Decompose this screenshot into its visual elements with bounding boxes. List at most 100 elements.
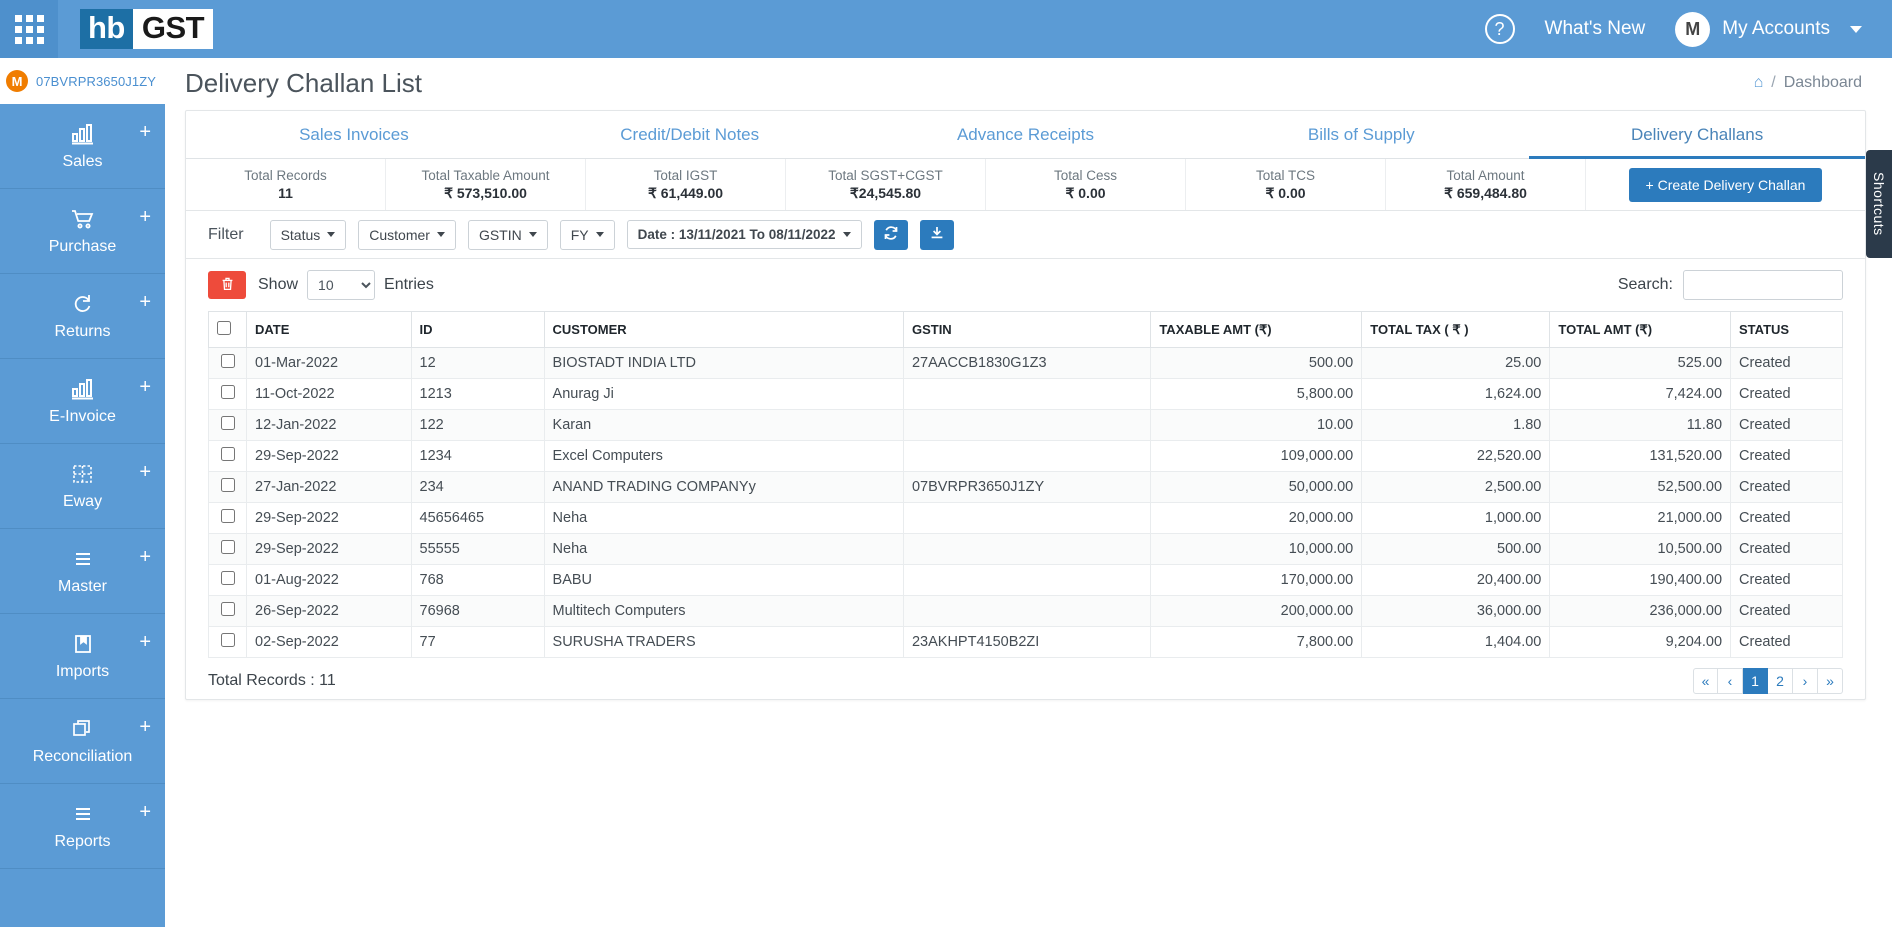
row-checkbox[interactable] [220,602,235,616]
cell-date: 12-Jan-2022 [246,409,412,441]
summary-label: Total Cess [1053,167,1118,183]
my-accounts-menu[interactable]: M My Accounts [1675,11,1862,47]
table-row[interactable]: 29-Sep-2022 45656465 Neha 20,000.00 1,000.00… [208,502,1843,534]
whats-new-link[interactable]: What's New [1545,18,1646,40]
table-row[interactable]: 29-Sep-2022 55555 Neha 10,000.00 500.00 10,50… [208,533,1843,565]
col-total-amt[interactable]: TOTAL AMT (₹) [1549,311,1732,348]
cell-status: Created [1730,502,1843,534]
row-checkbox[interactable] [220,478,235,492]
cell-total-tax: 20,400.00 [1361,564,1551,596]
cell-total-amt: 21,000.00 [1549,502,1732,534]
table-row[interactable]: 11-Oct-2022 1213 Anurag Ji 5,800.00 1,624.00… [208,378,1843,410]
table-row[interactable]: 01-Mar-2022 12 BIOSTADT INDIA LTD 27AACCB18… [208,347,1843,379]
home-icon[interactable]: ⌂ [1754,74,1764,92]
sidebar-add-purchase[interactable]: + [139,207,151,227]
col-id[interactable]: ID [410,311,545,348]
sidebar-add-returns[interactable]: + [139,292,151,312]
create-delivery-challan-button[interactable]: + Create Delivery Challan [1628,167,1823,202]
total-records-label: Total Records : 11 [208,672,336,689]
sidebar-item-purchase[interactable]: Purchase + [0,189,165,274]
page-first[interactable]: « [1693,668,1718,694]
cell-taxable-amt: 500.00 [1150,347,1363,379]
refresh-button[interactable] [873,219,908,250]
col-customer[interactable]: CUSTOMER [543,311,904,348]
row-checkbox[interactable] [220,540,235,554]
tab-bills-of-supply[interactable]: Bills of Supply [1193,111,1529,158]
apps-grid-button[interactable] [0,0,58,58]
row-checkbox[interactable] [220,447,235,461]
page-1[interactable]: 1 [1743,668,1768,694]
page-last[interactable]: » [1818,668,1843,694]
tab-label: Bills of Supply [1307,124,1415,144]
sidebar-item-reports[interactable]: Reports + [0,784,165,869]
page-2[interactable]: 2 [1768,668,1793,694]
sidebar-add-eway[interactable]: + [139,462,151,482]
table-row[interactable]: 29-Sep-2022 1234 Excel Computers 109,000.00… [208,440,1843,472]
sidebar-add-imports[interactable]: + [139,632,151,652]
cell-customer: BIOSTADT INDIA LTD [543,347,904,379]
tab-sales-invoices[interactable]: Sales Invoices [186,111,522,158]
sidebar-add-reconciliation[interactable]: + [139,717,151,737]
date-range-filter-dropdown[interactable]: Date : 13/11/2021 To 08/11/2022 [626,220,862,249]
table-row[interactable]: 12-Jan-2022 122 Karan 10.00 1.80 11.80 Created [208,409,1843,441]
col-gstin[interactable]: GSTIN [902,311,1152,348]
select-all-checkbox[interactable] [217,321,231,335]
shortcuts-tab[interactable]: Shortcuts [1866,150,1892,258]
app-logo[interactable]: hb GST [80,9,214,49]
tab-delivery-challans[interactable]: Delivery Challans [1529,111,1865,159]
col-total-tax[interactable]: TOTAL TAX ( ₹ ) [1361,311,1551,348]
fy-filter-dropdown[interactable]: FY [559,219,615,250]
sidebar-item-returns[interactable]: Returns + [0,274,165,359]
grid-dashed-icon [70,461,96,487]
entries-per-page-select[interactable]: 102550100 [307,270,376,300]
sidebar-add-reports[interactable]: + [139,802,151,822]
sidebar-add-einvoice[interactable]: + [139,377,151,397]
row-checkbox[interactable] [220,633,235,647]
page-next[interactable]: › [1793,668,1818,694]
row-checkbox[interactable] [220,354,235,368]
summary-label: Total Taxable Amount [421,167,550,183]
status-filter-dropdown[interactable]: Status [269,219,347,250]
sidebar-item-eway[interactable]: Eway + [0,444,165,529]
filter-bar: Filter Status Customer GSTIN FY Date : 1… [186,211,1865,259]
col-taxable-amt[interactable]: TAXABLE AMT (₹) [1150,311,1363,348]
summary-label: Total Records [244,168,327,183]
tab-advance-receipts[interactable]: Advance Receipts [858,111,1194,158]
table-row[interactable]: 27-Jan-2022 234 ANAND TRADING COMPANYy 07BV… [208,471,1843,503]
cell-id: 55555 [410,533,545,565]
row-checkbox[interactable] [220,416,235,430]
sidebar-add-master[interactable]: + [139,547,151,567]
sidebar-item-label: Sales [62,153,103,170]
sidebar-item-sales[interactable]: Sales + [0,104,165,189]
sidebar-item-e-invoice[interactable]: E-Invoice + [0,359,165,444]
sidebar-add-sales[interactable]: + [139,122,151,142]
row-checkbox[interactable] [220,509,235,523]
tab-credit-debit-notes[interactable]: Credit/Debit Notes [522,111,858,158]
logo-gst: GST [132,9,214,49]
cell-status: Created [1730,409,1843,441]
col-status[interactable]: STATUS [1730,311,1843,348]
table-row[interactable]: 26-Sep-2022 76968 Multitech Computers 200,0… [208,595,1843,627]
delete-selected-button[interactable] [208,271,246,299]
breadcrumb-dashboard[interactable]: Dashboard [1784,74,1862,92]
gstin-filter-dropdown[interactable]: GSTIN [467,219,548,250]
sidebar-item-master[interactable]: Master + [0,529,165,614]
help-icon[interactable]: ? [1484,14,1515,44]
table-row[interactable]: 02-Sep-2022 77 SURUSHA TRADERS 23AKHPT4150B… [208,626,1843,658]
sidebar-gstin-box[interactable]: M 07BVRPR3650J1ZY [0,58,165,104]
download-button[interactable] [919,219,954,250]
row-checkbox[interactable] [220,385,235,399]
cell-id: 12 [410,347,545,379]
col-date[interactable]: DATE [246,311,412,348]
sidebar-item-reconciliation[interactable]: Reconciliation + [0,699,165,784]
row-checkbox[interactable] [220,571,235,585]
page-prev[interactable]: ‹ [1718,668,1743,694]
cell-gstin: 07BVRPR3650J1ZY [902,471,1152,503]
cell-gstin [902,378,1152,410]
customer-filter-dropdown[interactable]: Customer [358,219,456,250]
cell-customer: Excel Computers [543,440,904,472]
sidebar: M 07BVRPR3650J1ZY Sales + Purchase + Ret… [0,58,165,927]
search-input[interactable] [1683,270,1843,300]
sidebar-item-imports[interactable]: Imports + [0,614,165,699]
table-row[interactable]: 01-Aug-2022 768 BABU 170,000.00 20,400.00 190… [208,564,1843,596]
